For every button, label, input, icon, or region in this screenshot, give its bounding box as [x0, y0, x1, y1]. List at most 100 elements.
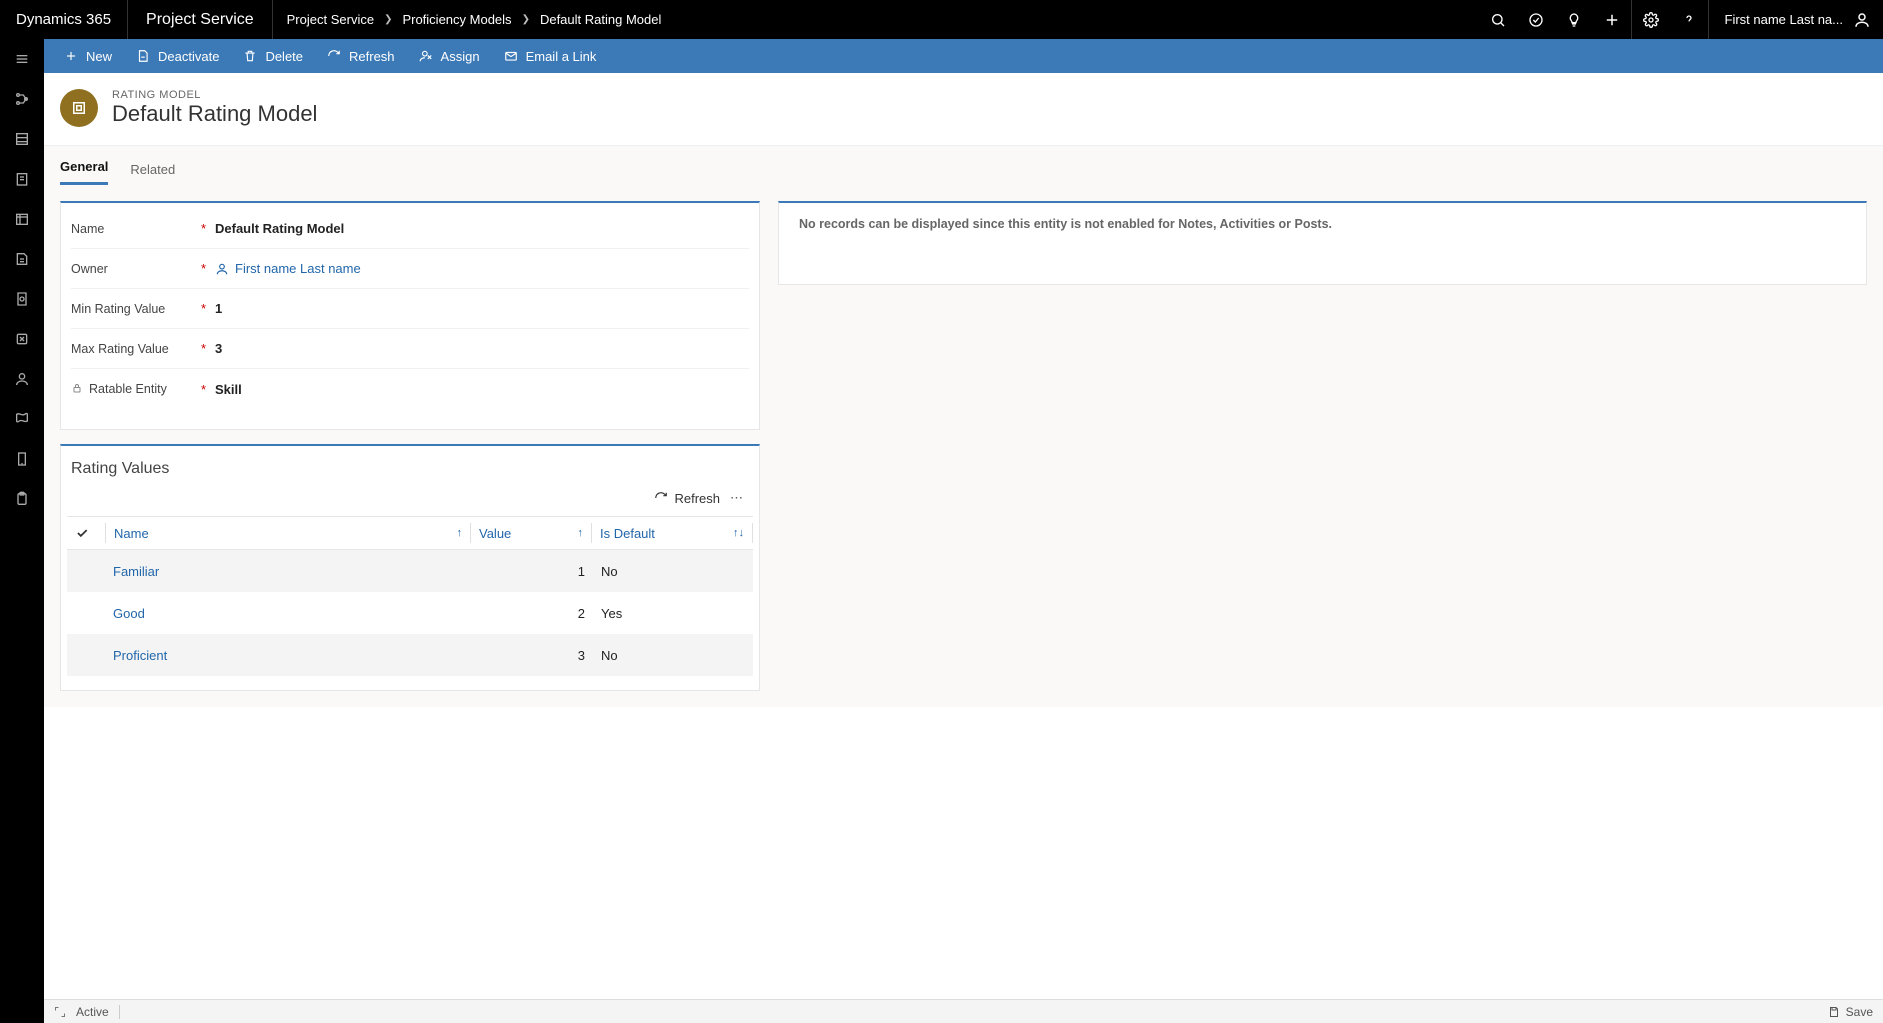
hamburger-icon[interactable] — [0, 39, 44, 79]
column-header-isdefault[interactable]: Is Default ↑↓ — [592, 517, 752, 549]
entity-type-label: RATING MODEL — [112, 89, 317, 101]
main-column: New Deactivate Delete Refresh Assign Ema… — [44, 39, 1883, 1023]
gear-icon[interactable] — [1632, 0, 1670, 39]
field-label-ratable: Ratable Entity — [71, 382, 201, 397]
person-icon — [1853, 11, 1871, 29]
owner-field-value: First name Last name — [235, 261, 361, 276]
brand[interactable]: Dynamics 365 — [0, 0, 128, 39]
save-button[interactable]: Save — [1828, 1005, 1873, 1019]
field-label-min: Min Rating Value — [71, 302, 201, 316]
rating-value-name-link[interactable]: Good — [67, 606, 473, 621]
breadcrumb-item[interactable]: Proficiency Models — [402, 12, 511, 27]
ratable-entity-field: Skill — [215, 382, 242, 397]
required-indicator: * — [201, 261, 215, 276]
record-status: Active — [76, 1005, 109, 1019]
help-icon[interactable] — [1670, 0, 1708, 39]
owner-field[interactable]: First name Last name — [215, 261, 361, 276]
nav-item-7[interactable] — [0, 319, 44, 359]
nav-item-11[interactable] — [0, 479, 44, 519]
task-icon[interactable] — [1517, 0, 1555, 39]
breadcrumb-item[interactable]: Default Rating Model — [540, 12, 661, 27]
nav-item-9[interactable] — [0, 399, 44, 439]
required-indicator: * — [201, 341, 215, 356]
app-name[interactable]: Project Service — [128, 0, 273, 39]
rating-value-name-link[interactable]: Proficient — [67, 648, 473, 663]
cmd-label: Deactivate — [158, 49, 219, 64]
rating-value-value: 2 — [473, 606, 593, 621]
rating-value-isdefault: No — [593, 648, 753, 663]
required-indicator: * — [201, 221, 215, 236]
global-top-bar: Dynamics 365 Project Service Project Ser… — [0, 0, 1883, 39]
nav-item-6[interactable] — [0, 279, 44, 319]
nav-item-2[interactable] — [0, 119, 44, 159]
refresh-icon — [327, 49, 341, 63]
name-field[interactable]: Default Rating Model — [215, 221, 344, 236]
table-row[interactable]: Good2Yes — [67, 592, 753, 634]
nav-item-3[interactable] — [0, 159, 44, 199]
separator — [119, 1005, 120, 1019]
page-header: RATING MODEL Default Rating Model — [44, 73, 1883, 145]
field-label-max: Max Rating Value — [71, 342, 201, 356]
cmd-label: Delete — [265, 49, 303, 64]
more-actions-icon[interactable]: ⋯ — [730, 490, 745, 506]
nav-item-1[interactable] — [0, 79, 44, 119]
select-all-column[interactable] — [67, 517, 105, 549]
sort-icon: ↑↓ — [733, 527, 744, 539]
field-label-owner: Owner — [71, 262, 201, 276]
grid-refresh-button[interactable]: Refresh — [654, 491, 720, 506]
breadcrumb-item[interactable]: Project Service — [287, 12, 374, 27]
email-link-button[interactable]: Email a Link — [492, 39, 609, 73]
field-label-name: Name — [71, 222, 201, 236]
nav-item-5[interactable] — [0, 239, 44, 279]
plus-icon — [64, 49, 78, 63]
rating-value-isdefault: Yes — [593, 606, 753, 621]
add-icon[interactable] — [1593, 0, 1631, 39]
trash-icon — [243, 49, 257, 63]
cmd-label: Email a Link — [526, 49, 597, 64]
nav-item-4[interactable] — [0, 199, 44, 239]
topbar-right: First name Last na... — [1479, 0, 1883, 39]
entity-badge-icon — [60, 89, 98, 127]
user-menu[interactable]: First name Last na... — [1709, 0, 1883, 39]
refresh-button[interactable]: Refresh — [315, 39, 407, 73]
table-row[interactable]: Proficient3No — [67, 634, 753, 676]
form-panel: Name * Default Rating Model Owner * Firs… — [60, 201, 760, 430]
command-bar: New Deactivate Delete Refresh Assign Ema… — [44, 39, 1883, 73]
form-content: Name * Default Rating Model Owner * Firs… — [44, 185, 1883, 707]
rating-value-isdefault: No — [593, 564, 753, 579]
form-tabs: General Related — [44, 145, 1883, 185]
min-rating-field[interactable]: 1 — [215, 301, 222, 316]
cmd-label: Refresh — [349, 49, 395, 64]
rating-values-title: Rating Values — [61, 446, 759, 484]
required-indicator: * — [201, 382, 215, 397]
grid-refresh-label: Refresh — [674, 491, 720, 506]
nav-item-10[interactable] — [0, 439, 44, 479]
column-header-name[interactable]: Name ↑ — [106, 517, 470, 549]
notes-panel: No records can be displayed since this e… — [778, 201, 1867, 285]
save-icon — [1828, 1006, 1840, 1018]
email-icon — [504, 49, 518, 63]
person-icon — [215, 262, 229, 276]
required-indicator: * — [201, 301, 215, 316]
column-header-value[interactable]: Value ↑ — [471, 517, 591, 549]
table-row[interactable]: Familiar1No — [67, 550, 753, 592]
user-name: First name Last na... — [1725, 12, 1844, 27]
sort-asc-icon: ↑ — [578, 527, 584, 539]
rating-values-panel: Rating Values Refresh ⋯ — [60, 444, 760, 691]
nav-item-8[interactable] — [0, 359, 44, 399]
deactivate-icon — [136, 49, 150, 63]
cmd-label: New — [86, 49, 112, 64]
tab-general[interactable]: General — [60, 159, 108, 185]
max-rating-field[interactable]: 3 — [215, 341, 222, 356]
rating-value-name-link[interactable]: Familiar — [67, 564, 473, 579]
delete-button[interactable]: Delete — [231, 39, 315, 73]
deactivate-button[interactable]: Deactivate — [124, 39, 231, 73]
new-button[interactable]: New — [52, 39, 124, 73]
assign-button[interactable]: Assign — [407, 39, 492, 73]
search-icon[interactable] — [1479, 0, 1517, 39]
left-nav — [0, 39, 44, 1023]
expand-icon[interactable] — [54, 1006, 66, 1018]
lightbulb-icon[interactable] — [1555, 0, 1593, 39]
tab-related[interactable]: Related — [130, 162, 175, 185]
rating-value-value: 1 — [473, 564, 593, 579]
